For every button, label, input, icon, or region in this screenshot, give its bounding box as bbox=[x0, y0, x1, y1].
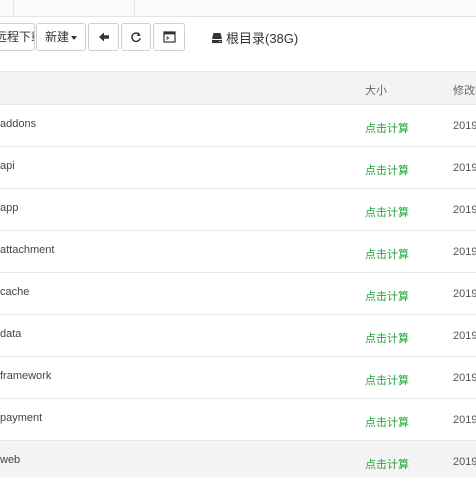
modified-date: 2019 bbox=[453, 372, 476, 384]
column-header-size[interactable]: 大小 bbox=[365, 82, 387, 98]
caret-down-icon bbox=[71, 35, 77, 40]
folder-name[interactable]: api bbox=[0, 160, 15, 172]
modified-date: 2019 bbox=[453, 120, 476, 132]
file-manager: 远程下载 新建 bbox=[0, 0, 476, 477]
table-row[interactable]: attachment 点击计算 2019 bbox=[0, 231, 476, 273]
calculate-size-link[interactable]: 点击计算 bbox=[365, 120, 409, 136]
calculate-size-link[interactable]: 点击计算 bbox=[365, 246, 409, 262]
top-tab-segment bbox=[14, 0, 135, 16]
terminal-button[interactable] bbox=[153, 23, 185, 51]
new-dropdown-button[interactable]: 新建 bbox=[36, 23, 86, 51]
calculate-size-link[interactable]: 点击计算 bbox=[365, 204, 409, 220]
folder-name[interactable]: payment bbox=[0, 412, 42, 424]
calculate-size-link[interactable]: 点击计算 bbox=[365, 162, 409, 178]
modified-date: 2019 bbox=[453, 456, 476, 468]
terminal-icon bbox=[162, 31, 176, 43]
table-row[interactable]: app 点击计算 2019 bbox=[0, 189, 476, 231]
root-directory-label: 根目录(38G) bbox=[226, 31, 299, 46]
path-breadcrumb[interactable]: 根目录(38G) bbox=[211, 28, 298, 47]
remote-download-label: 远程下载 bbox=[0, 30, 34, 44]
folder-name[interactable]: data bbox=[0, 328, 21, 340]
table-row-hovered[interactable]: web 点击计算 2019 bbox=[0, 441, 476, 477]
table-row[interactable]: framework 点击计算 2019 bbox=[0, 357, 476, 399]
toolbar: 远程下载 新建 bbox=[0, 23, 476, 51]
modified-date: 2019 bbox=[453, 246, 476, 258]
top-tab-strip bbox=[0, 0, 476, 17]
calculate-size-link[interactable]: 点击计算 bbox=[365, 456, 409, 472]
calculate-size-link[interactable]: 点击计算 bbox=[365, 330, 409, 346]
back-button[interactable] bbox=[88, 23, 119, 51]
modified-date: 2019 bbox=[453, 162, 476, 174]
folder-name[interactable]: framework bbox=[0, 370, 51, 382]
arrow-left-icon bbox=[98, 32, 109, 42]
modified-date: 2019 bbox=[453, 204, 476, 216]
table-row[interactable]: payment 点击计算 2019 bbox=[0, 399, 476, 441]
refresh-icon bbox=[131, 32, 141, 42]
table-header: 大小 修改时间 bbox=[0, 71, 476, 105]
folder-name[interactable]: attachment bbox=[0, 244, 54, 256]
folder-name[interactable]: web bbox=[0, 454, 20, 466]
calculate-size-link[interactable]: 点击计算 bbox=[365, 288, 409, 304]
folder-name[interactable]: app bbox=[0, 202, 18, 214]
modified-date: 2019 bbox=[453, 288, 476, 300]
table-row[interactable]: api 点击计算 2019 bbox=[0, 147, 476, 189]
top-tab-segment bbox=[0, 0, 14, 16]
table-row[interactable]: cache 点击计算 2019 bbox=[0, 273, 476, 315]
remote-download-button[interactable]: 远程下载 bbox=[0, 23, 35, 51]
refresh-button[interactable] bbox=[121, 23, 151, 51]
table-row[interactable]: addons 点击计算 2019 bbox=[0, 105, 476, 147]
calculate-size-link[interactable]: 点击计算 bbox=[365, 414, 409, 430]
file-table: 大小 修改时间 addons 点击计算 2019 api 点击计算 2019 a… bbox=[0, 71, 476, 477]
hard-drive-icon bbox=[212, 33, 222, 44]
modified-date: 2019 bbox=[453, 330, 476, 342]
folder-name[interactable]: cache bbox=[0, 286, 29, 298]
table-row[interactable]: data 点击计算 2019 bbox=[0, 315, 476, 357]
modified-date: 2019 bbox=[453, 414, 476, 426]
calculate-size-link[interactable]: 点击计算 bbox=[365, 372, 409, 388]
new-label: 新建 bbox=[44, 30, 69, 44]
column-header-modified[interactable]: 修改时间 bbox=[453, 82, 476, 98]
folder-name[interactable]: addons bbox=[0, 118, 36, 130]
